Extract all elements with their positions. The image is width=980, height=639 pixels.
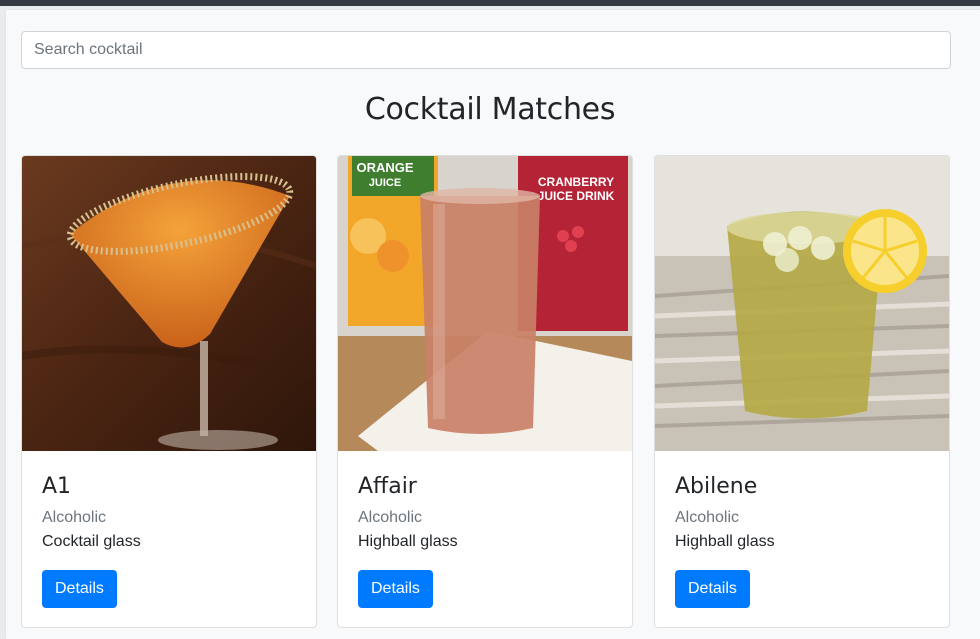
carton-text: ORANGE: [356, 160, 413, 175]
carton-text: JUICE: [369, 177, 401, 189]
cocktail-image: ORANGE JUICE CRANBERRY JUICE DRINK: [338, 156, 632, 451]
carton-text: CRANBERRY: [538, 175, 614, 189]
cocktail-glass: Highball glass: [675, 533, 775, 550]
details-button[interactable]: Details: [42, 570, 117, 608]
carton-text: JUICE DRINK: [538, 189, 615, 203]
cocktail-glass: Highball glass: [358, 533, 458, 550]
cocktail-image: [22, 156, 316, 451]
details-button[interactable]: Details: [675, 570, 750, 608]
cocktail-category: Alcoholic: [358, 509, 423, 526]
cocktail-name: Abilene: [675, 474, 758, 499]
cocktail-card: ORANGE JUICE CRANBERRY JUICE DRINK Affai…: [337, 155, 633, 628]
page-title: Cocktail Matches: [364, 92, 616, 127]
cocktail-category: Alcoholic: [675, 509, 740, 526]
cocktail-name: A1: [42, 474, 72, 499]
cocktail-glass: Cocktail glass: [42, 533, 141, 550]
cocktail-name: Affair: [358, 474, 417, 499]
details-button[interactable]: Details: [358, 570, 433, 608]
top-navbar: [0, 0, 980, 6]
search-input[interactable]: [21, 31, 951, 69]
cocktail-image: [655, 156, 949, 451]
cocktail-card: Abilene Alcoholic Highball glass Details: [654, 155, 950, 628]
cocktail-category: Alcoholic: [42, 509, 107, 526]
cocktail-card: A1 Alcoholic Cocktail glass Details: [21, 155, 317, 628]
